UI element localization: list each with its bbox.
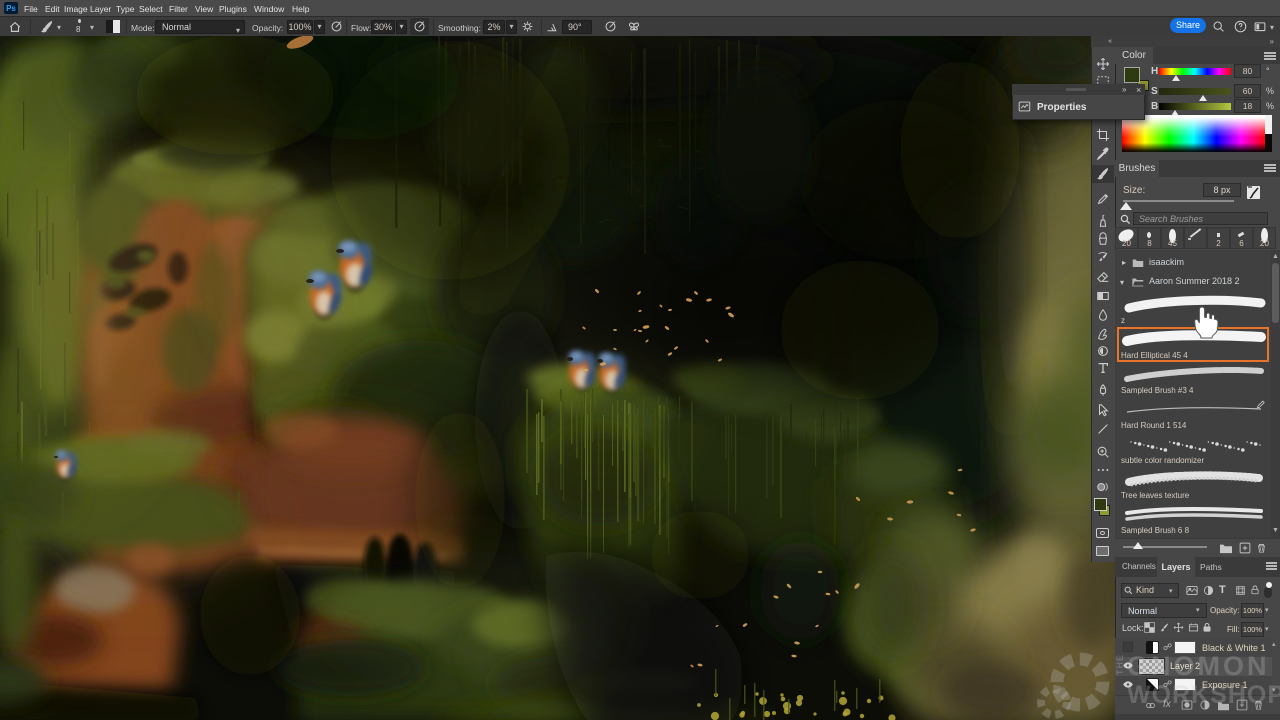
svg-text:WORKSHOP: WORKSHOP [1127, 681, 1280, 709]
svg-text:THE: THE [1115, 654, 1125, 675]
svg-text:GNOMON: GNOMON [1127, 651, 1270, 681]
